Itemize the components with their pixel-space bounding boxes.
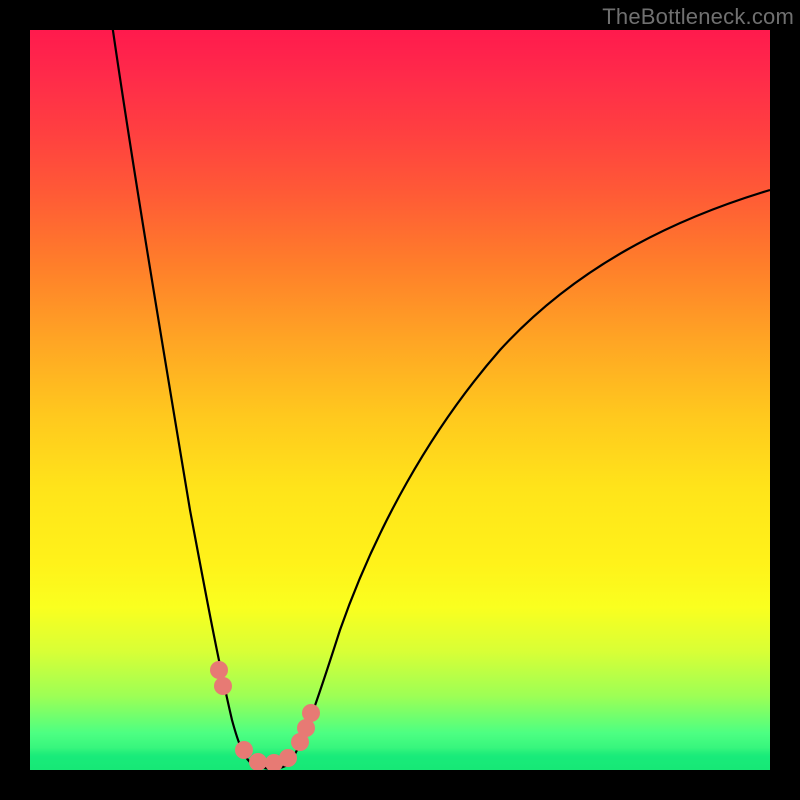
- data-point-group: [210, 661, 320, 770]
- bottleneck-curve-path: [110, 30, 770, 769]
- chart-frame: TheBottleneck.com: [0, 0, 800, 800]
- data-point: [235, 741, 253, 759]
- data-point: [302, 704, 320, 722]
- data-point: [249, 753, 267, 770]
- curve-svg: [30, 30, 770, 770]
- data-point: [279, 749, 297, 767]
- data-point: [214, 677, 232, 695]
- data-point: [210, 661, 228, 679]
- watermark-text: TheBottleneck.com: [602, 4, 794, 30]
- plot-area: [30, 30, 770, 770]
